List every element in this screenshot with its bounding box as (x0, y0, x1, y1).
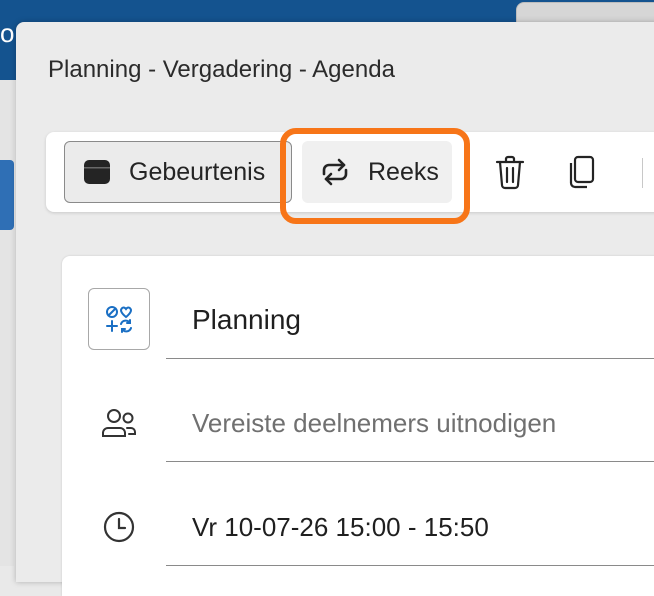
trash-icon (495, 155, 525, 190)
event-button-label: Gebeurtenis (129, 157, 266, 186)
delete-button[interactable] (490, 151, 530, 193)
highlight-box (280, 128, 470, 224)
toolbar-separator (642, 158, 643, 188)
background-header-text: o (0, 18, 15, 48)
people-icon (102, 409, 136, 437)
event-title-field[interactable]: Planning (192, 304, 301, 336)
copy-button[interactable] (562, 151, 602, 193)
event-form: Planning Vereiste deelnemers uitnodigen … (62, 256, 654, 596)
event-dialog: Planning - Vergadering - Agenda Gebeurte… (16, 22, 654, 596)
category-button[interactable] (88, 288, 150, 350)
copy-icon (569, 155, 595, 189)
event-button[interactable]: Gebeurtenis (64, 141, 292, 203)
dialog-title: Planning - Vergadering - Agenda (48, 56, 395, 83)
clock-icon (103, 511, 135, 543)
background-sidebar (0, 80, 14, 566)
datetime-field[interactable]: Vr 10-07-26 15:00 - 15:50 (192, 512, 489, 543)
title-underline (166, 358, 654, 359)
background-sidebar-selection (0, 160, 14, 230)
calendar-event-icon (84, 160, 110, 184)
attendees-underline (166, 461, 654, 462)
attendees-input[interactable]: Vereiste deelnemers uitnodigen (192, 408, 556, 439)
category-icon (106, 306, 132, 333)
